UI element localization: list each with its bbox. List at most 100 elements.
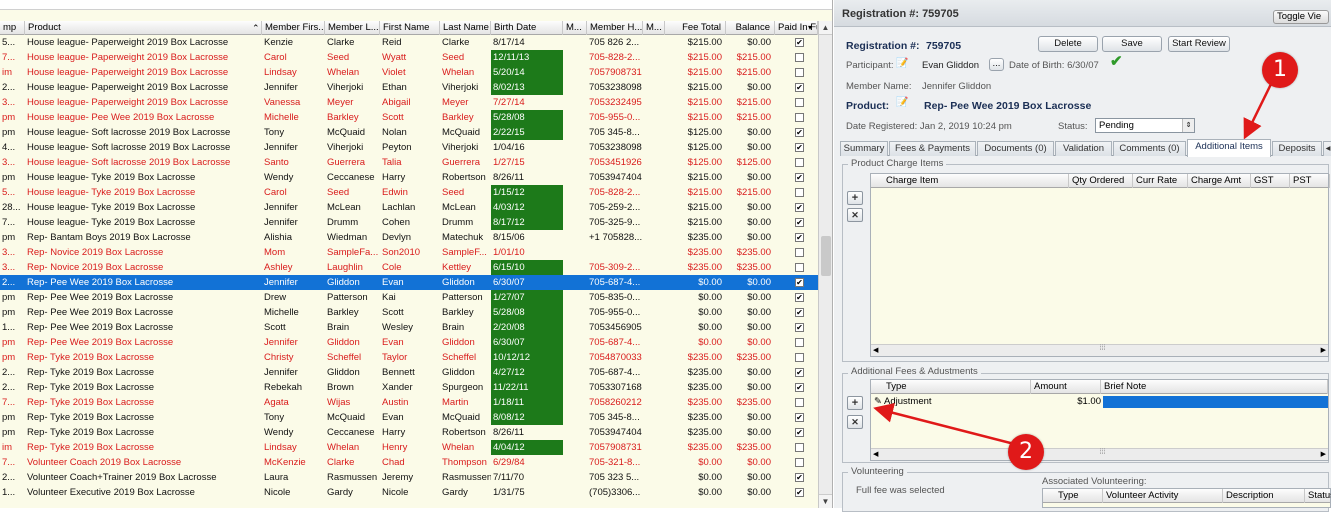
tab-additional-items[interactable]: Additional Items <box>1187 139 1271 157</box>
table-row[interactable]: 7... House league- Paperweight 2019 Box L… <box>0 50 818 65</box>
column-header[interactable]: M... <box>643 21 665 35</box>
tab-summary[interactable]: Summary <box>840 141 888 156</box>
paid-in-full-checkbox[interactable] <box>795 353 804 362</box>
tab-scroll-icon[interactable]: ◂ <box>1323 141 1331 156</box>
remove-charge-button[interactable]: ✕ <box>847 208 863 222</box>
paid-in-full-checkbox[interactable] <box>795 263 804 272</box>
scroll-up-arrow-icon[interactable]: ▲ <box>819 21 832 35</box>
column-header[interactable]: GST <box>1251 174 1290 188</box>
column-header[interactable]: Member L... <box>325 21 380 35</box>
table-row[interactable]: 1... Volunteer Executive 2019 Box Lacross… <box>0 485 818 500</box>
tab-documents[interactable]: Documents (0) <box>977 141 1054 156</box>
edit-note-icon[interactable]: 📝 <box>896 97 908 109</box>
paid-in-full-checkbox[interactable]: ✔ <box>795 218 804 227</box>
paid-in-full-checkbox[interactable]: ✔ <box>795 38 804 47</box>
column-header[interactable]: Charge Amt <box>1188 174 1251 188</box>
column-header[interactable]: First Name <box>380 21 440 35</box>
column-header[interactable]: Member H... <box>587 21 643 35</box>
add-fee-button[interactable]: + <box>847 396 863 410</box>
paid-in-full-checkbox[interactable] <box>795 188 804 197</box>
brief-note-cell[interactable] <box>1103 396 1328 408</box>
table-row[interactable]: 7... House league- Tyke 2019 Box Lacrosse… <box>0 215 818 230</box>
scroll-right-arrow-icon[interactable]: ▶ <box>1321 450 1326 458</box>
paid-in-full-checkbox[interactable]: ✔ <box>795 173 804 182</box>
table-row[interactable]: pm Rep- Pee Wee 2019 Box Lacrosse Drew Patt… <box>0 290 818 305</box>
table-row[interactable]: pm Rep- Pee Wee 2019 Box Lacrosse Michelle… <box>0 305 818 320</box>
paid-in-full-checkbox[interactable] <box>795 443 804 452</box>
table-row[interactable]: 2... House league- Paperweight 2019 Box L… <box>0 80 818 95</box>
paid-in-full-checkbox[interactable]: ✔ <box>795 428 804 437</box>
grid-vertical-scrollbar[interactable]: ▲ ▼ <box>818 21 832 508</box>
tab-deposits[interactable]: Deposits <box>1272 141 1322 156</box>
column-header[interactable]: Balance <box>726 21 775 35</box>
fees-horizontal-scrollbar[interactable]: ◀ ⁞⁞⁞ ▶ <box>871 448 1328 460</box>
paid-in-full-checkbox[interactable] <box>795 158 804 167</box>
fee-row[interactable]: ✎ Adjustment $1.00 <box>871 395 1328 409</box>
column-header[interactable]: Type <box>883 380 1031 394</box>
table-row[interactable]: pm Rep- Tyke 2019 Box Lacrosse Christy Sche… <box>0 350 818 365</box>
table-row[interactable]: 7... Rep- Tyke 2019 Box Lacrosse Agata Wija… <box>0 395 818 410</box>
table-row[interactable]: pm Rep- Pee Wee 2019 Box Lacrosse Jennifer… <box>0 335 818 350</box>
paid-in-full-checkbox[interactable]: ✔ <box>795 143 804 152</box>
paid-in-full-checkbox[interactable]: ✔ <box>795 203 804 212</box>
tab-validation[interactable]: Validation <box>1055 141 1112 156</box>
column-header[interactable]: Fee Total <box>665 21 726 35</box>
column-header[interactable]: Last Name <box>440 21 491 35</box>
table-row[interactable]: 7... Volunteer Coach 2019 Box Lacrosse McK… <box>0 455 818 470</box>
table-row[interactable]: pm House league- Pee Wee 2019 Box Lacross… <box>0 110 818 125</box>
table-row[interactable]: 3... House league- Soft lacrosse 2019 Box… <box>0 155 818 170</box>
paid-in-full-checkbox[interactable] <box>795 68 804 77</box>
column-header[interactable]: Description <box>1223 489 1305 503</box>
column-header[interactable]: Product <box>25 21 262 35</box>
table-row[interactable]: 3... House league- Paperweight 2019 Box L… <box>0 95 818 110</box>
table-row[interactable]: 2... Rep- Tyke 2019 Box Lacrosse Rebekah Br… <box>0 380 818 395</box>
column-header[interactable]: Type <box>1055 489 1103 503</box>
paid-in-full-checkbox[interactable]: ✔ <box>795 83 804 92</box>
paid-in-full-checkbox[interactable]: ✔ <box>795 278 804 287</box>
paid-in-full-checkbox[interactable]: ✔ <box>795 293 804 302</box>
table-row[interactable]: pm House league- Soft lacrosse 2019 Box L… <box>0 125 818 140</box>
paid-in-full-checkbox[interactable] <box>795 458 804 467</box>
column-header[interactable]: Brief Note <box>1101 380 1328 394</box>
paid-in-full-checkbox[interactable]: ✔ <box>795 413 804 422</box>
save-button[interactable]: Save <box>1102 36 1162 52</box>
paid-in-full-checkbox[interactable]: ✔ <box>795 233 804 242</box>
remove-fee-button[interactable]: ✕ <box>847 415 863 429</box>
column-header[interactable]: Member Firs... <box>262 21 325 35</box>
column-header[interactable]: Qty Ordered <box>1069 174 1133 188</box>
scroll-left-arrow-icon[interactable]: ◀ <box>873 450 878 458</box>
table-row[interactable]: 3... Rep- Novice 2019 Box Lacrosse Mom Samp… <box>0 245 818 260</box>
sort-ascending-icon[interactable]: ⌃ <box>252 21 260 35</box>
table-row[interactable]: 1... Rep- Pee Wee 2019 Box Lacrosse Scott B… <box>0 320 818 335</box>
paid-in-full-checkbox[interactable]: ✔ <box>795 128 804 137</box>
chevron-down-icon[interactable]: ⇕ <box>1182 119 1194 132</box>
paid-in-full-checkbox[interactable] <box>795 98 804 107</box>
paid-in-full-checkbox[interactable] <box>795 248 804 257</box>
scroll-down-arrow-icon[interactable]: ▼ <box>819 494 832 508</box>
table-row[interactable]: 4... House league- Soft lacrosse 2019 Box… <box>0 140 818 155</box>
paid-in-full-checkbox[interactable]: ✔ <box>795 473 804 482</box>
tab-comments[interactable]: Comments (0) <box>1113 141 1186 156</box>
column-header[interactable]: Birth Date <box>491 21 563 35</box>
table-row[interactable]: 5... House league- Paperweight 2019 Box L… <box>0 35 818 50</box>
table-row[interactable]: 2... Volunteer Coach+Trainer 2019 Box Lac… <box>0 470 818 485</box>
column-header[interactable]: Curr Rate <box>1133 174 1188 188</box>
scroll-thumb[interactable] <box>821 236 831 276</box>
table-row[interactable]: 28... House league- Tyke 2019 Box Lacross… <box>0 200 818 215</box>
charge-horizontal-scrollbar[interactable]: ◀ ⁞⁞⁞ ▶ <box>871 344 1328 356</box>
paid-in-full-checkbox[interactable]: ✔ <box>795 323 804 332</box>
column-header[interactable]: M... <box>563 21 587 35</box>
scroll-left-arrow-icon[interactable]: ◀ <box>873 346 878 354</box>
edit-note-icon[interactable]: 📝 <box>896 58 908 70</box>
paid-in-full-checkbox[interactable]: ✔ <box>795 488 804 497</box>
paid-in-full-checkbox[interactable] <box>795 113 804 122</box>
status-select[interactable]: Pending ⇕ <box>1095 118 1195 133</box>
table-row[interactable]: pm House league- Tyke 2019 Box Lacrosse We… <box>0 170 818 185</box>
scroll-right-arrow-icon[interactable]: ▶ <box>1321 346 1326 354</box>
toggle-view-button[interactable]: Toggle Vie <box>1273 10 1329 24</box>
add-charge-button[interactable]: + <box>847 191 863 205</box>
column-header[interactable]: Charge Item <box>883 174 1069 188</box>
paid-in-full-checkbox[interactable]: ✔ <box>795 383 804 392</box>
table-row[interactable]: pm Rep- Tyke 2019 Box Lacrosse Tony McQuaid… <box>0 410 818 425</box>
paid-in-full-checkbox[interactable]: ✔ <box>795 308 804 317</box>
